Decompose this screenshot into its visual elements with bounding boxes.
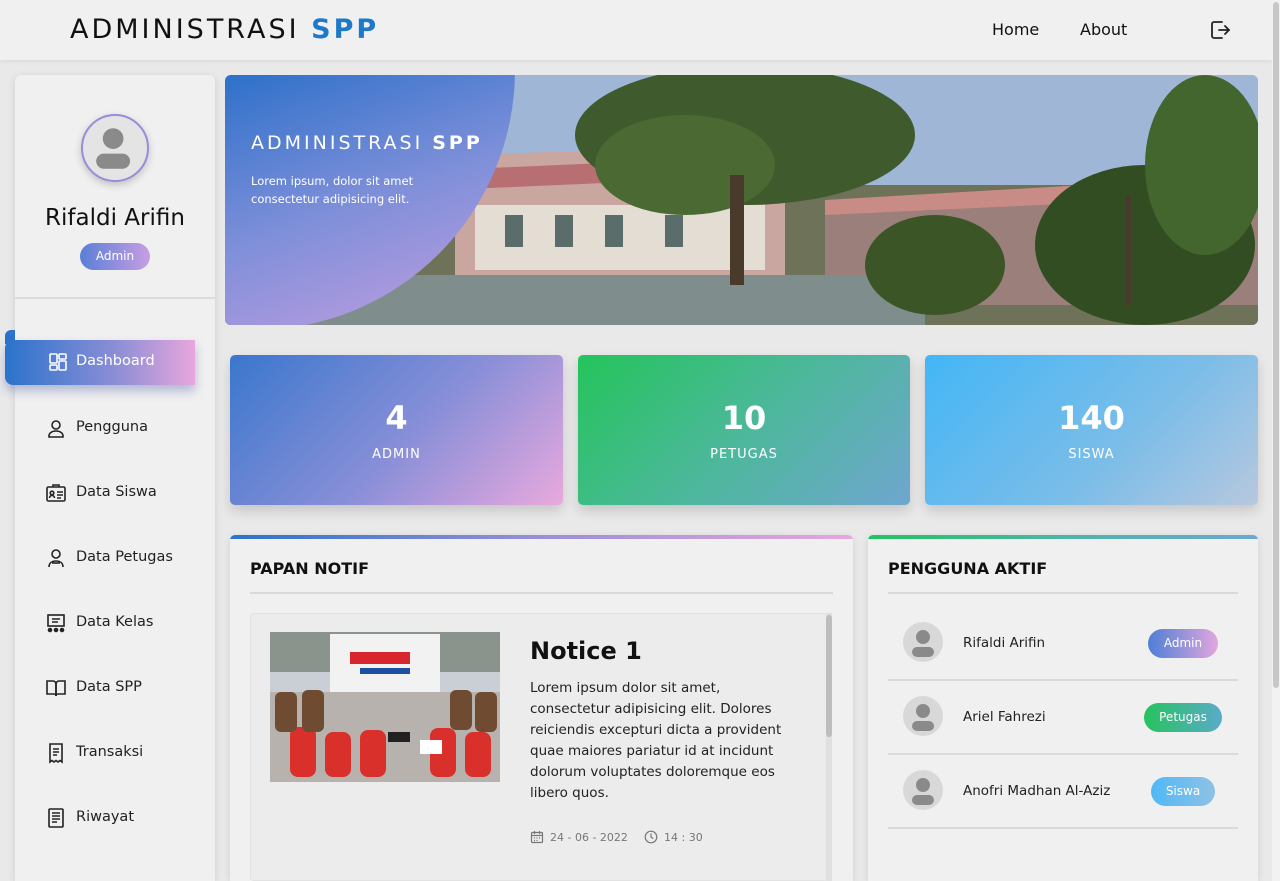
sidebar-item-riwayat[interactable]: Riwayat — [45, 797, 215, 837]
sidebar-item-data-petugas[interactable]: Data Petugas — [45, 537, 215, 577]
sidebar: Rifaldi Arifin Admin Pengguna Data Siswa… — [15, 75, 215, 881]
stat-card-petugas[interactable]: 10 PETUGAS — [578, 355, 910, 505]
notice-title: Notice 1 — [530, 637, 642, 665]
sidebar-item-label: Data Siswa — [76, 484, 157, 500]
hero-banner: ADMINISTRASI SPP Lorem ipsum, dolor sit … — [225, 75, 1258, 325]
active-users-panel: PENGGUNA AKTIF Rifaldi Arifin Admin Arie… — [868, 535, 1258, 881]
notice-photo — [270, 632, 500, 782]
panel-title: PAPAN NOTIF — [250, 559, 370, 578]
sidebar-item-data-spp[interactable]: Data SPP — [45, 667, 215, 707]
sidebar-item-label: Data Kelas — [76, 614, 154, 630]
stat-label: ADMIN — [372, 447, 421, 462]
profile-avatar[interactable] — [81, 114, 149, 182]
avatar-placeholder-icon — [912, 778, 934, 805]
history-icon — [48, 808, 64, 828]
receipt-icon — [49, 743, 63, 764]
user-name: Ariel Fahrezi — [963, 709, 1046, 725]
notice-scrollbar-thumb[interactable] — [826, 615, 832, 737]
classroom-icon — [47, 614, 65, 633]
sidebar-item-data-siswa[interactable]: Data Siswa — [45, 472, 215, 512]
sidebar-item-label: Data SPP — [76, 679, 142, 695]
notice-time-text: 14 : 30 — [664, 831, 703, 844]
avatar-placeholder-icon — [912, 630, 934, 657]
notice-date-text: 24 - 06 - 2022 — [550, 831, 628, 844]
profile-name: Rifaldi Arifin — [45, 205, 185, 231]
sidebar-item-data-kelas[interactable]: Data Kelas — [45, 602, 215, 642]
notice-image[interactable] — [270, 632, 500, 782]
user-avatar — [903, 622, 943, 662]
scrollbar-thumb[interactable] — [1273, 2, 1279, 688]
sidebar-item-label: Data Petugas — [76, 549, 173, 565]
user-avatar — [903, 696, 943, 736]
clock-icon — [644, 830, 658, 844]
user-avatar — [903, 770, 943, 810]
stat-label: PETUGAS — [710, 447, 778, 462]
panel-divider — [250, 592, 833, 594]
panel-title: PENGGUNA AKTIF — [888, 559, 1048, 578]
sidebar-item-transaksi[interactable]: Transaksi — [45, 732, 215, 772]
id-card-icon — [46, 484, 66, 502]
user-name: Anofri Madhan Al-Aziz — [963, 783, 1111, 799]
sidebar-item-dashboard[interactable]: Dashboard — [5, 340, 195, 385]
user-list-item[interactable]: Rifaldi Arifin Admin — [888, 607, 1238, 681]
sidebar-item-label: Riwayat — [76, 809, 134, 825]
logout-icon[interactable] — [1208, 18, 1232, 42]
stat-card-admin[interactable]: 4 ADMIN — [230, 355, 563, 505]
user-icon — [48, 420, 64, 438]
avatar-placeholder-icon — [912, 704, 934, 731]
hero-title: ADMINISTRASI SPP — [251, 132, 483, 154]
notif-panel: PAPAN NOTIF Notice 1 Lorem ipsum dolor s… — [230, 535, 853, 881]
nav-home-link[interactable]: Home — [992, 20, 1039, 39]
sidebar-divider — [15, 297, 215, 299]
panel-accent-bar — [230, 535, 853, 539]
role-badge-admin: Admin — [1148, 629, 1218, 658]
stat-value: 140 — [1058, 399, 1125, 437]
stat-value: 10 — [721, 399, 767, 437]
top-navbar: ADMINISTRASI SPP Home About — [0, 0, 1272, 60]
stat-value: 4 — [385, 399, 408, 437]
dashboard-icon — [49, 353, 67, 371]
avatar-placeholder-icon — [96, 128, 131, 169]
sidebar-item-label: Transaksi — [76, 744, 144, 760]
sidebar-item-label: Dashboard — [76, 353, 155, 369]
staff-icon — [48, 549, 64, 568]
book-icon — [46, 680, 66, 697]
page-scrollbar[interactable] — [1272, 0, 1280, 881]
calendar-icon — [530, 831, 544, 844]
sidebar-item-label: Pengguna — [76, 419, 149, 435]
role-badge-petugas: Petugas — [1144, 703, 1222, 732]
user-list-item[interactable]: Anofri Madhan Al-Aziz Siswa — [888, 755, 1238, 829]
stat-label: SISWA — [1068, 447, 1115, 462]
panel-divider — [888, 592, 1238, 594]
user-list-item[interactable]: Ariel Fahrezi Petugas — [888, 681, 1238, 755]
user-name: Rifaldi Arifin — [963, 635, 1046, 651]
brand-logo[interactable]: ADMINISTRASI SPP — [70, 14, 379, 45]
hero-subtitle: Lorem ipsum, dolor sit amet consectetur … — [251, 174, 414, 206]
nav-about-link[interactable]: About — [1080, 20, 1127, 39]
notice-body: Lorem ipsum dolor sit amet, consectetur … — [530, 680, 782, 801]
role-badge-siswa: Siswa — [1151, 777, 1215, 806]
sidebar-item-pengguna[interactable]: Pengguna — [45, 407, 215, 447]
profile-role-badge: Admin — [80, 243, 150, 270]
panel-accent-bar — [868, 535, 1258, 539]
stat-card-siswa[interactable]: 140 SISWA — [925, 355, 1258, 505]
notice-card[interactable]: Notice 1 Lorem ipsum dolor sit amet, con… — [250, 613, 828, 881]
notice-scrollbar[interactable] — [826, 613, 832, 881]
